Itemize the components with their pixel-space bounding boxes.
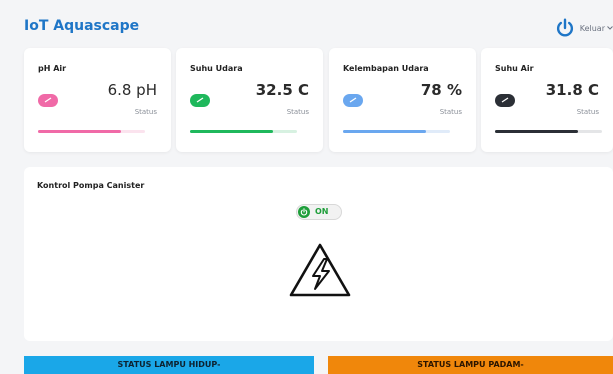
card-status: Status (134, 108, 157, 116)
water-temp-progress (495, 130, 602, 133)
toggle-label: ON (315, 207, 329, 216)
card-status: Status (286, 108, 309, 116)
logout-label[interactable]: Keluar (580, 24, 605, 33)
water-temp-value: 31.8 C (545, 81, 599, 99)
card-title: pH Air (38, 64, 67, 73)
logout-menu[interactable]: Keluar (554, 17, 613, 39)
app-brand[interactable]: IoT Aquascape (24, 18, 139, 34)
power-icon (300, 208, 308, 216)
card-status: Status (439, 108, 462, 116)
ph-badge (38, 94, 58, 107)
lamp-on-status-button[interactable]: STATUS LAMPU HIDUP- (24, 356, 314, 374)
high-voltage-warning-icon (289, 243, 351, 297)
trend-icon (349, 97, 357, 103)
pump-control-panel: Kontrol Pompa Canister ON (24, 167, 613, 341)
air-temp-badge (190, 94, 210, 107)
ph-progress (38, 130, 145, 133)
lamp-off-status-button[interactable]: STATUS LAMPU PADAM- (328, 356, 613, 374)
humidity-badge (343, 94, 363, 107)
humidity-progress-fill (343, 130, 427, 133)
air-temp-progress-fill (190, 130, 274, 133)
sensor-card-air-temp: Suhu Udara 32.5 C Status (176, 48, 323, 152)
air-temp-progress (190, 130, 297, 133)
air-temp-value: 32.5 C (255, 81, 309, 99)
card-title: Suhu Air (495, 64, 534, 73)
chevron-down-icon (607, 26, 613, 30)
card-status: Status (576, 108, 599, 116)
sensor-card-humidity: Kelembapan Udara 78 % Status (329, 48, 476, 152)
ph-progress-fill (38, 130, 122, 133)
sensor-card-ph: pH Air 6.8 pH Status (24, 48, 171, 152)
sensor-card-water-temp: Suhu Air 31.8 C Status (481, 48, 613, 152)
trend-icon (44, 97, 52, 103)
card-title: Kelembapan Udara (343, 64, 429, 73)
humidity-progress (343, 130, 450, 133)
panel-title: Kontrol Pompa Canister (37, 181, 145, 190)
power-icon[interactable] (554, 17, 576, 39)
top-bar: IoT Aquascape Keluar (0, 0, 613, 44)
card-title: Suhu Udara (190, 64, 243, 73)
trend-icon (196, 97, 204, 103)
water-temp-badge (495, 94, 515, 107)
toggle-knob[interactable] (298, 206, 310, 218)
ph-value: 6.8 pH (107, 81, 157, 99)
trend-icon (501, 97, 509, 103)
water-temp-progress-fill (495, 130, 579, 133)
humidity-value: 78 % (420, 81, 462, 99)
pump-toggle[interactable]: ON (296, 204, 342, 220)
